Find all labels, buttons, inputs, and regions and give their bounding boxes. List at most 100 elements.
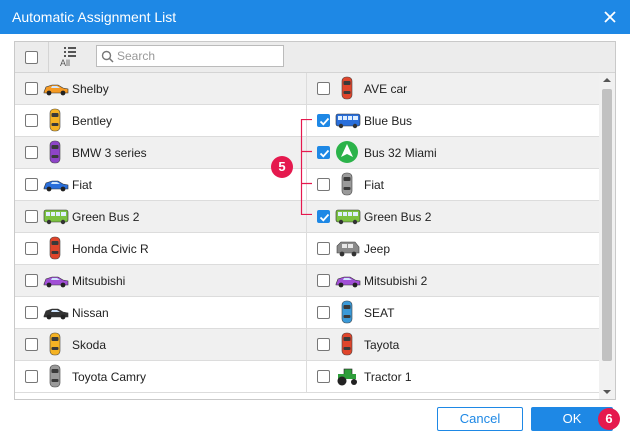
toolbar-divider [48, 42, 49, 72]
assignment-list-panel: All Shelby AVE car Bentley Blue Bus BMW 3 se… [14, 41, 616, 400]
red-car-topview-icon [335, 76, 361, 100]
green-tractor-icon [335, 364, 361, 388]
list-toolbar: All [15, 42, 615, 73]
yellow-car-topview-icon [43, 108, 69, 132]
scroll-down-arrow-icon[interactable] [599, 385, 615, 399]
unit-item[interactable]: Nissan [15, 297, 307, 328]
table-row: Skoda Tayota [15, 329, 599, 361]
unit-item[interactable]: Tayota [307, 329, 599, 360]
vertical-scrollbar[interactable] [599, 73, 615, 399]
unit-name: Tayota [364, 338, 400, 352]
purple-car-icon [43, 268, 69, 292]
search-input[interactable] [117, 48, 277, 64]
unit-item[interactable]: Fiat [15, 169, 307, 200]
unit-item[interactable]: Mitsubishi 2 [307, 265, 599, 296]
unit-name: Mitsubishi 2 [364, 274, 428, 288]
unit-checkbox[interactable] [25, 242, 38, 255]
unit-name: Green Bus 2 [72, 210, 140, 224]
unit-item[interactable]: Fiat [307, 169, 599, 200]
title-bar: Automatic Assignment List [0, 0, 630, 34]
scrollbar-thumb[interactable] [602, 89, 612, 361]
list-icon [64, 47, 76, 57]
unit-checkbox[interactable] [25, 82, 38, 95]
unit-name: Mitsubishi [72, 274, 126, 288]
unit-checkbox[interactable] [317, 146, 330, 159]
unit-name: Fiat [72, 178, 93, 192]
purple-car-icon [335, 268, 361, 292]
unit-name: Jeep [364, 242, 391, 256]
unit-name: Tractor 1 [364, 370, 412, 384]
unit-name: SEAT [364, 306, 395, 320]
unit-checkbox[interactable] [25, 146, 38, 159]
green-bus-icon [43, 204, 69, 228]
unit-checkbox[interactable] [25, 370, 38, 383]
close-icon[interactable] [600, 7, 620, 27]
unit-item[interactable]: Bentley [15, 105, 307, 136]
green-bus-icon [335, 204, 361, 228]
unit-item[interactable]: Green Bus 2 [15, 201, 307, 232]
unit-name: BMW 3 series [72, 146, 147, 160]
callout-badge-6: 6 [598, 408, 620, 430]
unit-item[interactable]: Toyota Camry [15, 361, 307, 392]
table-row: Nissan SEAT [15, 297, 599, 329]
table-row: Mitsubishi Mitsubishi 2 [15, 265, 599, 297]
grey-car-topview-icon [335, 172, 361, 196]
unit-item[interactable]: Bus 32 Miami [307, 137, 599, 168]
unit-name: Skoda [72, 338, 107, 352]
unit-item[interactable]: Tractor 1 [307, 361, 599, 392]
red-car-topview-icon [335, 332, 361, 356]
unit-name: AVE car [364, 82, 408, 96]
unit-name: Bus 32 Miami [364, 146, 437, 160]
unit-item[interactable]: SEAT [307, 297, 599, 328]
unit-checkbox[interactable] [25, 338, 38, 351]
unit-checkbox[interactable] [317, 370, 330, 383]
unit-checkbox[interactable] [317, 82, 330, 95]
unit-name: Fiat [364, 178, 385, 192]
show-all-label: All [60, 58, 71, 68]
unit-checkbox[interactable] [25, 210, 38, 223]
unit-checkbox[interactable] [317, 338, 330, 351]
search-box[interactable] [96, 45, 284, 67]
unit-item[interactable]: Honda Civic R [15, 233, 307, 264]
unit-checkbox[interactable] [25, 178, 38, 191]
cancel-button[interactable]: Cancel [437, 407, 523, 431]
blue-car-topview-icon [335, 300, 361, 324]
unit-name: Honda Civic R [72, 242, 149, 256]
table-row: Toyota Camry Tractor 1 [15, 361, 599, 393]
unit-item[interactable]: Green Bus 2 [307, 201, 599, 232]
unit-checkbox[interactable] [317, 242, 330, 255]
callout-badge-5: 5 [271, 156, 293, 178]
unit-name: Toyota Camry [72, 370, 147, 384]
yellow-car-topview-icon [43, 332, 69, 356]
unit-checkbox[interactable] [317, 114, 330, 127]
window-title: Automatic Assignment List [12, 9, 177, 25]
unit-checkbox[interactable] [317, 306, 330, 319]
grey-car-topview-icon [43, 364, 69, 388]
table-row: Honda Civic R Jeep [15, 233, 599, 265]
unit-checkbox[interactable] [25, 306, 38, 319]
purple-car-topview-icon [43, 140, 69, 164]
unit-item[interactable]: AVE car [307, 73, 599, 104]
unit-checkbox[interactable] [317, 178, 330, 191]
unit-checkbox[interactable] [317, 274, 330, 287]
red-car-topview-icon [43, 236, 69, 260]
unit-checkbox[interactable] [25, 114, 38, 127]
selection-bracket [300, 119, 312, 215]
select-all-checkbox[interactable] [25, 51, 38, 64]
unit-item[interactable]: Skoda [15, 329, 307, 360]
unit-checkbox[interactable] [25, 274, 38, 287]
search-icon [101, 50, 114, 63]
unit-item[interactable]: BMW 3 series [15, 137, 307, 168]
unit-item[interactable]: Shelby [15, 73, 307, 104]
orange-sports-car-icon [43, 76, 69, 100]
scroll-up-arrow-icon[interactable] [599, 73, 615, 87]
unit-name: Nissan [72, 306, 109, 320]
show-all-button[interactable]: All [55, 46, 83, 68]
blue-car-icon [43, 172, 69, 196]
table-row: Shelby AVE car [15, 73, 599, 105]
unit-item[interactable]: Mitsubishi [15, 265, 307, 296]
unit-item[interactable]: Jeep [307, 233, 599, 264]
unit-checkbox[interactable] [317, 210, 330, 223]
unit-item[interactable]: Blue Bus [307, 105, 599, 136]
unit-name: Green Bus 2 [364, 210, 432, 224]
